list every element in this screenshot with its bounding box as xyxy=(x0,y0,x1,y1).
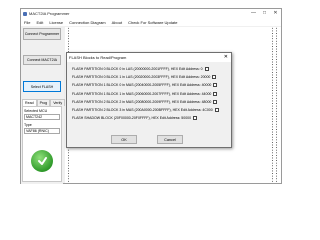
block-label: FLASH SHADOW BLOCK (20F00000-20F0FFFF), … xyxy=(72,116,192,121)
block-checkbox[interactable] xyxy=(213,91,218,96)
menu-license[interactable]: License xyxy=(49,20,63,25)
tab-read[interactable]: Read xyxy=(22,99,37,106)
dot-column xyxy=(271,27,274,183)
selected-mcu-label: Selected MCU xyxy=(24,109,48,113)
block-checkbox[interactable] xyxy=(213,99,218,104)
window-controls: — □ ✕ xyxy=(248,9,281,18)
block-row: FLASH PARTITION 0 BLOCK 0 in LAS (200000… xyxy=(72,65,228,73)
close-button[interactable]: ✕ xyxy=(270,9,281,18)
block-label: FLASH PARTITION 1 BLOCK 0 in MAS (200400… xyxy=(72,83,212,88)
dialog-title-bar: FLASH Blocks to Read/Program ✕ xyxy=(67,53,231,62)
maximize-button[interactable]: □ xyxy=(259,9,270,18)
menu-edit[interactable]: Edit xyxy=(36,20,43,25)
play-icon xyxy=(38,157,47,165)
block-label: FLASH PARTITION 0 BLOCK 1 in LAS (200200… xyxy=(72,75,211,80)
connect-mact-button[interactable]: Connect MACT2IA xyxy=(23,55,61,65)
block-label: FLASH PARTITION 2 BLOCK 3 in MAS (200A00… xyxy=(72,108,213,113)
window-title: MACT2IA Programmer xyxy=(29,11,70,16)
dialog-title: FLASH Blocks to Read/Program xyxy=(69,55,127,60)
block-checkbox[interactable] xyxy=(204,67,209,72)
block-row: FLASH PARTITION 2 BLOCK 2 in MAS (200800… xyxy=(72,98,228,106)
block-list: FLASH PARTITION 0 BLOCK 0 in LAS (200000… xyxy=(72,65,228,122)
type-field[interactable]: VAF86 (RNIC) xyxy=(24,128,60,134)
menu-connection-diagram[interactable]: Connection Diagram xyxy=(69,20,105,25)
menu-file[interactable]: File xyxy=(24,20,30,25)
block-row: FLASH PARTITION 1 BLOCK 0 in MAS (200400… xyxy=(72,81,228,89)
left-panel: Connect Programmer Connect MACT2IA Selec… xyxy=(21,26,66,184)
block-label: FLASH PARTITION 0 BLOCK 0 in LAS (200000… xyxy=(72,67,203,72)
tab-strip: Read Prog Verify xyxy=(22,99,66,106)
type-label: Type xyxy=(24,123,32,127)
ok-button[interactable]: OK xyxy=(111,135,137,144)
menu-about[interactable]: About xyxy=(112,20,122,25)
selected-mcu-field[interactable]: MACT242 xyxy=(24,114,60,120)
cancel-button[interactable]: Cancel xyxy=(157,135,183,144)
tab-panel: Selected MCU MACT242 Type VAF86 (RNIC) xyxy=(22,106,62,182)
menu-check-update[interactable]: Check For Software Update xyxy=(128,20,177,25)
block-row: FLASH PARTITION 1 BLOCK 1 in MAS (200600… xyxy=(72,90,228,98)
menu-bar: File Edit License Connection Diagram Abo… xyxy=(21,18,281,26)
dialog-close-button[interactable]: ✕ xyxy=(224,53,228,62)
block-row: FLASH PARTITION 2 BLOCK 3 in MAS (200A00… xyxy=(72,106,228,114)
title-bar: MACT2IA Programmer — □ ✕ xyxy=(21,9,281,18)
block-checkbox[interactable] xyxy=(193,116,198,121)
block-checkbox[interactable] xyxy=(214,108,219,113)
tab-verify[interactable]: Verify xyxy=(50,99,66,106)
app-icon xyxy=(23,11,27,16)
minimize-button[interactable]: — xyxy=(248,9,259,18)
block-label: FLASH PARTITION 2 BLOCK 2 in MAS (200800… xyxy=(72,99,212,104)
block-label: FLASH PARTITION 1 BLOCK 1 in MAS (200600… xyxy=(72,91,212,96)
select-flash-button[interactable]: Select FLASH xyxy=(23,81,61,92)
connect-programmer-button[interactable]: Connect Programmer xyxy=(23,28,61,40)
flash-blocks-dialog: FLASH Blocks to Read/Program ✕ FLASH PAR… xyxy=(66,52,232,148)
dot-column xyxy=(275,27,278,183)
block-checkbox[interactable] xyxy=(213,83,218,88)
go-button[interactable] xyxy=(31,150,53,172)
tab-prog[interactable]: Prog xyxy=(36,99,51,106)
block-row: FLASH PARTITION 0 BLOCK 1 in LAS (200200… xyxy=(72,73,228,81)
block-row: FLASH SHADOW BLOCK (20F00000-20F0FFFF), … xyxy=(72,114,228,122)
block-checkbox[interactable] xyxy=(212,75,217,80)
